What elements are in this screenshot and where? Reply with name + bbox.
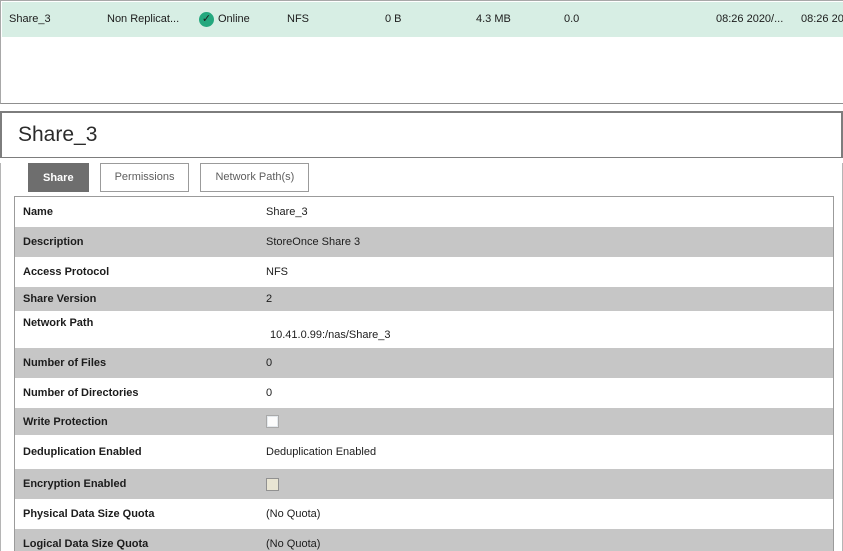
- checkbox-unchecked: [266, 478, 279, 491]
- property-value: StoreOnce Share 3: [266, 236, 360, 248]
- share-created-cell: 08:26 2020/...: [716, 2, 783, 37]
- property-value: NFS: [266, 266, 288, 278]
- status-online-check-icon: ✓: [199, 12, 214, 27]
- property-row: Number of Directories0: [15, 378, 833, 408]
- property-row: Physical Data Size Quota(No Quota): [15, 499, 833, 529]
- property-label: Number of Directories: [15, 387, 266, 399]
- share-table-row-selected[interactable]: Share_3 Non Replicat... ✓ Online NFS 0 B…: [2, 2, 843, 37]
- share-modified-cell: 08:26 2020/...: [801, 2, 843, 37]
- share-properties-table: NameShare_3DescriptionStoreOnce Share 3A…: [14, 196, 834, 551]
- property-row: Write Protection: [15, 408, 833, 435]
- property-row: Encryption Enabled: [15, 469, 833, 499]
- share-protocol-cell: NFS: [287, 2, 309, 37]
- property-label: Number of Files: [15, 357, 266, 369]
- property-value: 0: [266, 387, 272, 399]
- property-row: Share Version2: [15, 287, 833, 311]
- property-label: Share Version: [15, 293, 266, 305]
- property-row: Deduplication EnabledDeduplication Enabl…: [15, 435, 833, 469]
- property-label: Name: [15, 206, 266, 218]
- property-row: Logical Data Size Quota(No Quota): [15, 529, 833, 551]
- share-detail-panel: Share_3 SharePermissionsNetwork Path(s) …: [0, 111, 843, 551]
- property-row: Access ProtocolNFS: [15, 257, 833, 287]
- tab-share[interactable]: Share: [28, 163, 89, 192]
- tab-network-path-s[interactable]: Network Path(s): [200, 163, 309, 192]
- detail-tabs: Share Permissions Network Path(s): [28, 163, 842, 192]
- property-row: DescriptionStoreOnce Share 3: [15, 227, 833, 257]
- property-label: Network Path: [15, 311, 266, 329]
- share-name-cell: Share_3: [9, 2, 51, 37]
- property-label: Description: [15, 236, 266, 248]
- property-label: Deduplication Enabled: [15, 446, 266, 458]
- page-title: Share_3: [2, 123, 97, 147]
- share-dedupe-ratio-cell: 0.0: [564, 2, 579, 37]
- property-label: Logical Data Size Quota: [15, 538, 266, 550]
- property-value: Deduplication Enabled: [266, 446, 376, 458]
- property-label: Encryption Enabled: [15, 478, 266, 490]
- property-row: Number of Files0: [15, 348, 833, 378]
- shares-table: Share_3 Non Replicat... ✓ Online NFS 0 B…: [0, 0, 843, 104]
- property-value: 10.41.0.99:/nas/Share_3: [266, 311, 390, 341]
- detail-panel-body: SharePermissionsNetwork Path(s) NameShar…: [0, 163, 843, 551]
- share-size-on-disk-cell: 4.3 MB: [476, 2, 511, 37]
- detail-title-bar: Share_3: [0, 111, 843, 158]
- property-row: NameShare_3: [15, 197, 833, 227]
- property-row: Network Path10.41.0.99:/nas/Share_3: [15, 311, 833, 348]
- property-value: 2: [266, 293, 272, 305]
- property-value: Share_3: [266, 206, 308, 218]
- property-label: Access Protocol: [15, 266, 266, 278]
- share-status-cell: Online: [218, 2, 250, 37]
- tab-permissions[interactable]: Permissions: [100, 163, 190, 192]
- share-replication-cell: Non Replicat...: [107, 2, 179, 37]
- property-label: Write Protection: [15, 416, 266, 428]
- property-label: Physical Data Size Quota: [15, 508, 266, 520]
- checkbox-unchecked[interactable]: [266, 415, 279, 428]
- property-value: (No Quota): [266, 508, 320, 520]
- storeonce-share-screen: Share_3 Non Replicat... ✓ Online NFS 0 B…: [0, 0, 843, 551]
- property-value: (No Quota): [266, 538, 320, 550]
- property-value: 0: [266, 357, 272, 369]
- share-user-data-cell: 0 B: [385, 2, 402, 37]
